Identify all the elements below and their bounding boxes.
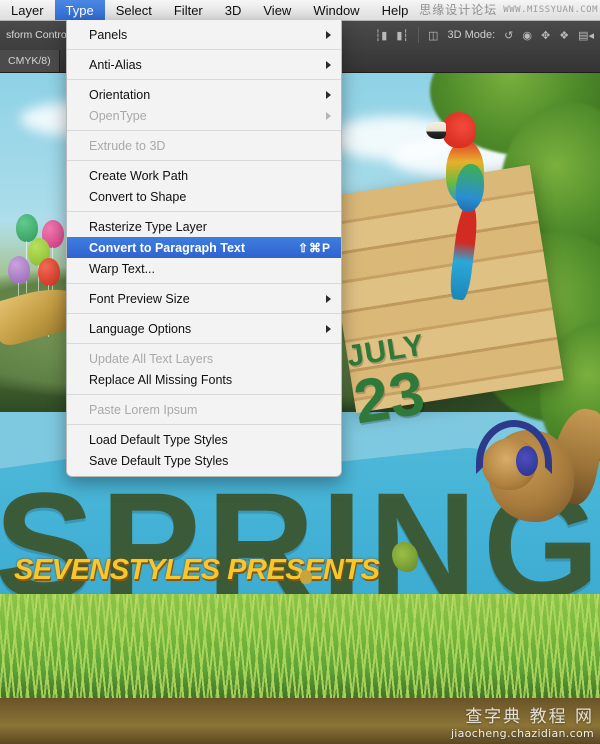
menu-item-label: Save Default Type Styles: [89, 453, 229, 468]
menu-item-label: Language Options: [89, 321, 192, 336]
align-horizontal-icon[interactable]: ▮┆: [396, 29, 409, 42]
mode-3d-label: 3D Mode:: [447, 29, 496, 41]
submenu-arrow-icon: [326, 111, 331, 120]
distribute-icon[interactable]: ◫: [428, 29, 438, 42]
menubar-item-layer[interactable]: Layer: [0, 0, 55, 20]
flower-bud: [300, 570, 312, 584]
menu-separator: [67, 79, 341, 80]
menu-item-extrude-to-3d: Extrude to 3D: [67, 135, 341, 156]
menu-item-label: Anti-Alias: [89, 57, 142, 72]
menu-separator: [67, 283, 341, 284]
headphones-band-icon: [476, 420, 552, 474]
menubar-item-view[interactable]: View: [252, 0, 302, 20]
sign-line-2: 23: [349, 358, 431, 438]
menu-item-label: Replace All Missing Fonts: [89, 372, 233, 387]
headphones-cup-icon: [516, 446, 538, 476]
menu-item-anti-alias[interactable]: Anti-Alias: [67, 54, 341, 75]
menu-separator: [67, 211, 341, 212]
submenu-arrow-icon: [326, 60, 331, 69]
document-tab[interactable]: CMYK/8): [0, 50, 60, 72]
menubar-item-window[interactable]: Window: [302, 0, 370, 20]
chipmunk-with-headphones: [476, 402, 600, 527]
balloon-purple: [8, 256, 30, 335]
menu-item-opentype: OpenType: [67, 105, 341, 126]
menu-item-create-work-path[interactable]: Create Work Path: [67, 165, 341, 186]
menu-separator: [67, 313, 341, 314]
menu-item-paste-lorem-ipsum: Paste Lorem Ipsum: [67, 399, 341, 420]
submenu-arrow-icon: [326, 294, 331, 303]
presents-headline: SEVENSTYLES PRESENTS: [14, 554, 380, 586]
grass-blades: [0, 594, 600, 704]
parrot-tail: [448, 203, 480, 301]
menu-separator: [67, 130, 341, 131]
menu-item-rasterize-type-layer[interactable]: Rasterize Type Layer: [67, 216, 341, 237]
menu-separator: [67, 424, 341, 425]
menu-item-save-default-type-styles[interactable]: Save Default Type Styles: [67, 450, 341, 471]
menu-item-update-all-text-layers: Update All Text Layers: [67, 348, 341, 369]
menu-item-language-options[interactable]: Language Options: [67, 318, 341, 339]
menu-item-label: Orientation: [89, 87, 151, 102]
menu-item-label: Convert to Paragraph Text: [89, 240, 246, 255]
scale-3d-icon[interactable]: ▤◂: [578, 29, 594, 42]
menu-item-convert-to-shape[interactable]: Convert to Shape: [67, 186, 341, 207]
menu-item-warp-text[interactable]: Warp Text...: [67, 258, 341, 279]
parrot-head: [442, 112, 476, 148]
menu-item-label: Create Work Path: [89, 168, 189, 183]
menu-item-label: OpenType: [89, 108, 147, 123]
menubar-item-select[interactable]: Select: [105, 0, 163, 20]
align-vertical-icon[interactable]: ┆▮: [375, 29, 388, 42]
menubar-item-help[interactable]: Help: [371, 0, 420, 20]
menu-item-shortcut: ⇧⌘P: [297, 240, 331, 255]
toolbar-divider: [418, 27, 420, 43]
macaw-parrot: [426, 112, 500, 301]
menu-item-label: Update All Text Layers: [89, 351, 214, 366]
submenu-arrow-icon: [326, 324, 331, 333]
submenu-arrow-icon: [326, 90, 331, 99]
menu-item-convert-to-paragraph-text[interactable]: Convert to Paragraph Text ⇧⌘P: [67, 237, 341, 258]
menu-bar[interactable]: Layer Type Select Filter 3D View Window …: [0, 0, 600, 21]
menubar-item-filter[interactable]: Filter: [163, 0, 214, 20]
balloon-red: [38, 258, 60, 337]
soil-layer: [0, 698, 600, 744]
photoshop-window: JULY 23 SPRING SEVENSTYLES PRESENTS 查字典 …: [0, 0, 600, 744]
menu-separator: [67, 49, 341, 50]
menu-item-font-preview-size[interactable]: Font Preview Size: [67, 288, 341, 309]
menubar-item-3d[interactable]: 3D: [214, 0, 253, 20]
menu-item-replace-all-missing-fonts[interactable]: Replace All Missing Fonts: [67, 369, 341, 390]
menu-separator: [67, 343, 341, 344]
menu-item-label: Paste Lorem Ipsum: [89, 402, 198, 417]
menu-item-label: Load Default Type Styles: [89, 432, 228, 447]
submenu-arrow-icon: [326, 30, 331, 39]
sign-text: JULY 23: [345, 329, 437, 439]
menu-separator: [67, 394, 341, 395]
menu-item-label: Extrude to 3D: [89, 138, 166, 153]
menu-item-panels[interactable]: Panels: [67, 24, 341, 45]
menubar-spacer: [419, 0, 600, 20]
roll-3d-icon[interactable]: ◉: [522, 29, 532, 42]
drag-3d-icon[interactable]: ✥: [541, 29, 550, 42]
rotate-3d-icon[interactable]: ↺: [504, 29, 513, 42]
frog: [392, 542, 418, 572]
slide-3d-icon[interactable]: ❖: [559, 29, 569, 42]
menu-item-label: Font Preview Size: [89, 291, 190, 306]
menu-item-label: Rasterize Type Layer: [89, 219, 207, 234]
parrot-beak: [426, 122, 446, 139]
menubar-item-type[interactable]: Type: [54, 0, 105, 20]
transform-controls-label: sform Controls: [6, 29, 75, 41]
menu-item-orientation[interactable]: Orientation: [67, 84, 341, 105]
type-dropdown-menu[interactable]: Panels Anti-Alias Orientation OpenType Extru…: [66, 20, 342, 477]
menu-item-label: Panels: [89, 27, 128, 42]
menu-item-load-default-type-styles[interactable]: Load Default Type Styles: [67, 429, 341, 450]
menu-item-label: Warp Text...: [89, 261, 155, 276]
options-bar-right-group[interactable]: ┆▮ ▮┆ ◫ 3D Mode: ↺ ◉ ✥ ❖ ▤◂: [375, 20, 594, 50]
menu-separator: [67, 160, 341, 161]
menu-item-label: Convert to Shape: [89, 189, 187, 204]
